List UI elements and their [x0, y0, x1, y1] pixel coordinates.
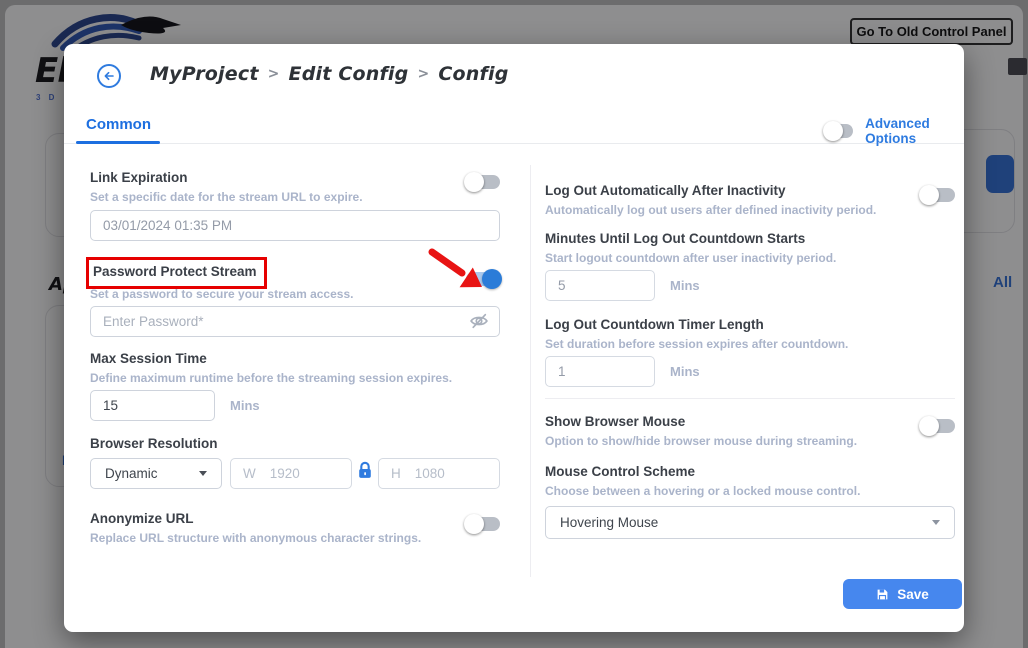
arrow-left-icon — [101, 68, 117, 84]
max-session-unit: Mins — [230, 398, 260, 413]
countdown-start-description: Start logout countdown after user inacti… — [545, 251, 836, 265]
resolution-height-input: H 1080 — [378, 458, 500, 489]
caret-down-icon — [932, 520, 940, 525]
link-expiration-label: Link Expiration — [90, 170, 188, 185]
browser-resolution-mode-value: Dynamic — [105, 466, 158, 481]
mouse-scheme-label: Mouse Control Scheme — [545, 464, 695, 479]
timer-length-description: Set duration before session expires afte… — [545, 337, 848, 351]
countdown-start-input[interactable] — [545, 270, 655, 301]
toggle-knob — [482, 269, 502, 289]
password-protect-label: Password Protect Stream — [93, 264, 257, 279]
password-protect-description: Set a password to secure your stream acc… — [90, 287, 353, 301]
column-divider — [530, 165, 531, 577]
countdown-start-label: Minutes Until Log Out Countdown Starts — [545, 231, 805, 246]
anonymize-url-label: Anonymize URL — [90, 511, 194, 526]
show-mouse-description: Option to show/hide browser mouse during… — [545, 434, 857, 448]
auto-logout-toggle[interactable] — [921, 188, 955, 202]
save-floppy-icon — [876, 588, 889, 601]
password-label-highlight-annotation: Password Protect Stream — [86, 257, 267, 289]
breadcrumb-separator: > — [268, 66, 280, 82]
password-input[interactable] — [90, 306, 500, 337]
max-session-label: Max Session Time — [90, 351, 207, 366]
toggle-knob — [919, 416, 939, 436]
auto-logout-description: Automatically log out users after define… — [545, 203, 876, 217]
link-expiration-toggle[interactable] — [466, 175, 500, 189]
mouse-scheme-description: Choose between a hovering or a locked mo… — [545, 484, 860, 498]
tab-active-underline — [76, 141, 160, 144]
auto-logout-label: Log Out Automatically After Inactivity — [545, 183, 786, 198]
timer-length-label: Log Out Countdown Timer Length — [545, 317, 764, 332]
anonymize-url-description: Replace URL structure with anonymous cha… — [90, 531, 421, 545]
link-expiration-description: Set a specific date for the stream URL t… — [90, 190, 363, 204]
link-expiration-date-input[interactable] — [90, 210, 500, 241]
password-protect-toggle[interactable] — [466, 272, 500, 286]
screen: El 3 D Go To Old Control Panel Ap N All … — [0, 0, 1028, 648]
height-prefix: H — [391, 466, 401, 481]
max-session-input[interactable] — [90, 390, 215, 421]
show-mouse-label: Show Browser Mouse — [545, 414, 685, 429]
toggle-knob — [823, 121, 843, 141]
red-arrow-annotation — [426, 244, 490, 294]
tab-common[interactable]: Common — [76, 116, 161, 133]
width-value: 1920 — [270, 466, 300, 481]
resolution-width-input: W 1920 — [230, 458, 352, 489]
breadcrumb-project[interactable]: MyProject — [150, 63, 259, 85]
toggle-knob — [464, 514, 484, 534]
lock-icon[interactable] — [357, 460, 373, 480]
timer-length-input[interactable] — [545, 356, 655, 387]
toggle-knob — [464, 172, 484, 192]
breadcrumb-config: Config — [438, 63, 508, 85]
height-value: 1080 — [415, 466, 445, 481]
caret-down-icon — [199, 471, 207, 476]
show-mouse-toggle[interactable] — [921, 419, 955, 433]
mouse-scheme-value: Hovering Mouse — [560, 515, 658, 530]
breadcrumb-separator: > — [417, 66, 429, 82]
right-column-divider — [545, 398, 955, 399]
edit-config-modal: MyProject > Edit Config > Config Common … — [64, 44, 964, 632]
save-button-label: Save — [897, 587, 929, 602]
advanced-options-toggle[interactable] — [825, 124, 853, 138]
advanced-options-label: Advanced Options — [865, 116, 964, 146]
timer-length-unit: Mins — [670, 364, 700, 379]
advanced-options-control: Advanced Options — [825, 116, 964, 146]
max-session-description: Define maximum runtime before the stream… — [90, 371, 452, 385]
browser-resolution-mode-select[interactable]: Dynamic — [90, 458, 222, 489]
breadcrumb-edit-config[interactable]: Edit Config — [289, 63, 409, 85]
browser-resolution-label: Browser Resolution — [90, 436, 218, 451]
back-button[interactable] — [97, 64, 121, 88]
breadcrumb: MyProject > Edit Config > Config — [150, 63, 509, 85]
save-button[interactable]: Save — [843, 579, 962, 609]
mouse-scheme-select[interactable]: Hovering Mouse — [545, 506, 955, 539]
eye-off-icon[interactable] — [468, 311, 490, 331]
countdown-start-unit: Mins — [670, 278, 700, 293]
toggle-knob — [919, 185, 939, 205]
anonymize-url-toggle[interactable] — [466, 517, 500, 531]
width-prefix: W — [243, 466, 256, 481]
